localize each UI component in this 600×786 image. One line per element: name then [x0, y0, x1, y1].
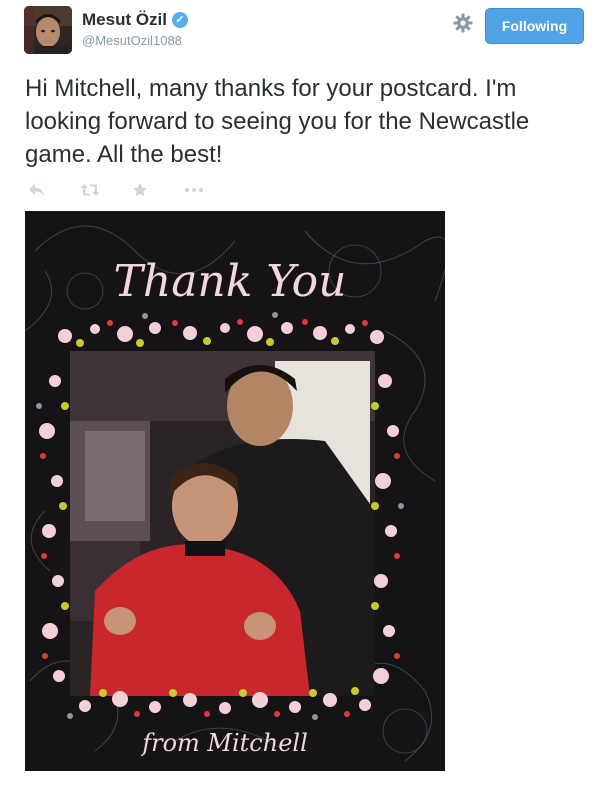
favorite-star-icon[interactable]: [132, 180, 184, 200]
tweet-actions: [28, 180, 236, 200]
gear-icon[interactable]: [452, 12, 474, 34]
tweet-photo[interactable]: Thank You from Mitchell: [25, 211, 445, 771]
signature-text: from Mitchell: [140, 729, 308, 757]
avatar-image: [24, 6, 72, 54]
retweet-icon[interactable]: [80, 180, 132, 200]
avatar[interactable]: [24, 6, 72, 54]
tweet: Mesut Özil ✓ @MesutOzil1088 Following Hi…: [0, 0, 600, 786]
user-handle[interactable]: @MesutOzil1088: [82, 33, 188, 48]
thank-you-heading: Thank You: [114, 256, 347, 307]
photo-subjects: [70, 351, 375, 696]
user-info: Mesut Özil ✓ @MesutOzil1088: [82, 10, 189, 48]
display-name[interactable]: Mesut Özil ✓: [82, 10, 189, 30]
tweet-text: Hi Mitchell, many thanks for your postca…: [25, 75, 530, 168]
more-dots-icon[interactable]: [184, 180, 236, 200]
reply-icon[interactable]: [28, 180, 80, 200]
postcard-image: Thank You from Mitchell: [25, 211, 445, 771]
verified-badge-icon: ✓: [172, 12, 189, 28]
display-name-text[interactable]: Mesut Özil: [82, 10, 167, 30]
following-button[interactable]: Following: [485, 8, 584, 44]
